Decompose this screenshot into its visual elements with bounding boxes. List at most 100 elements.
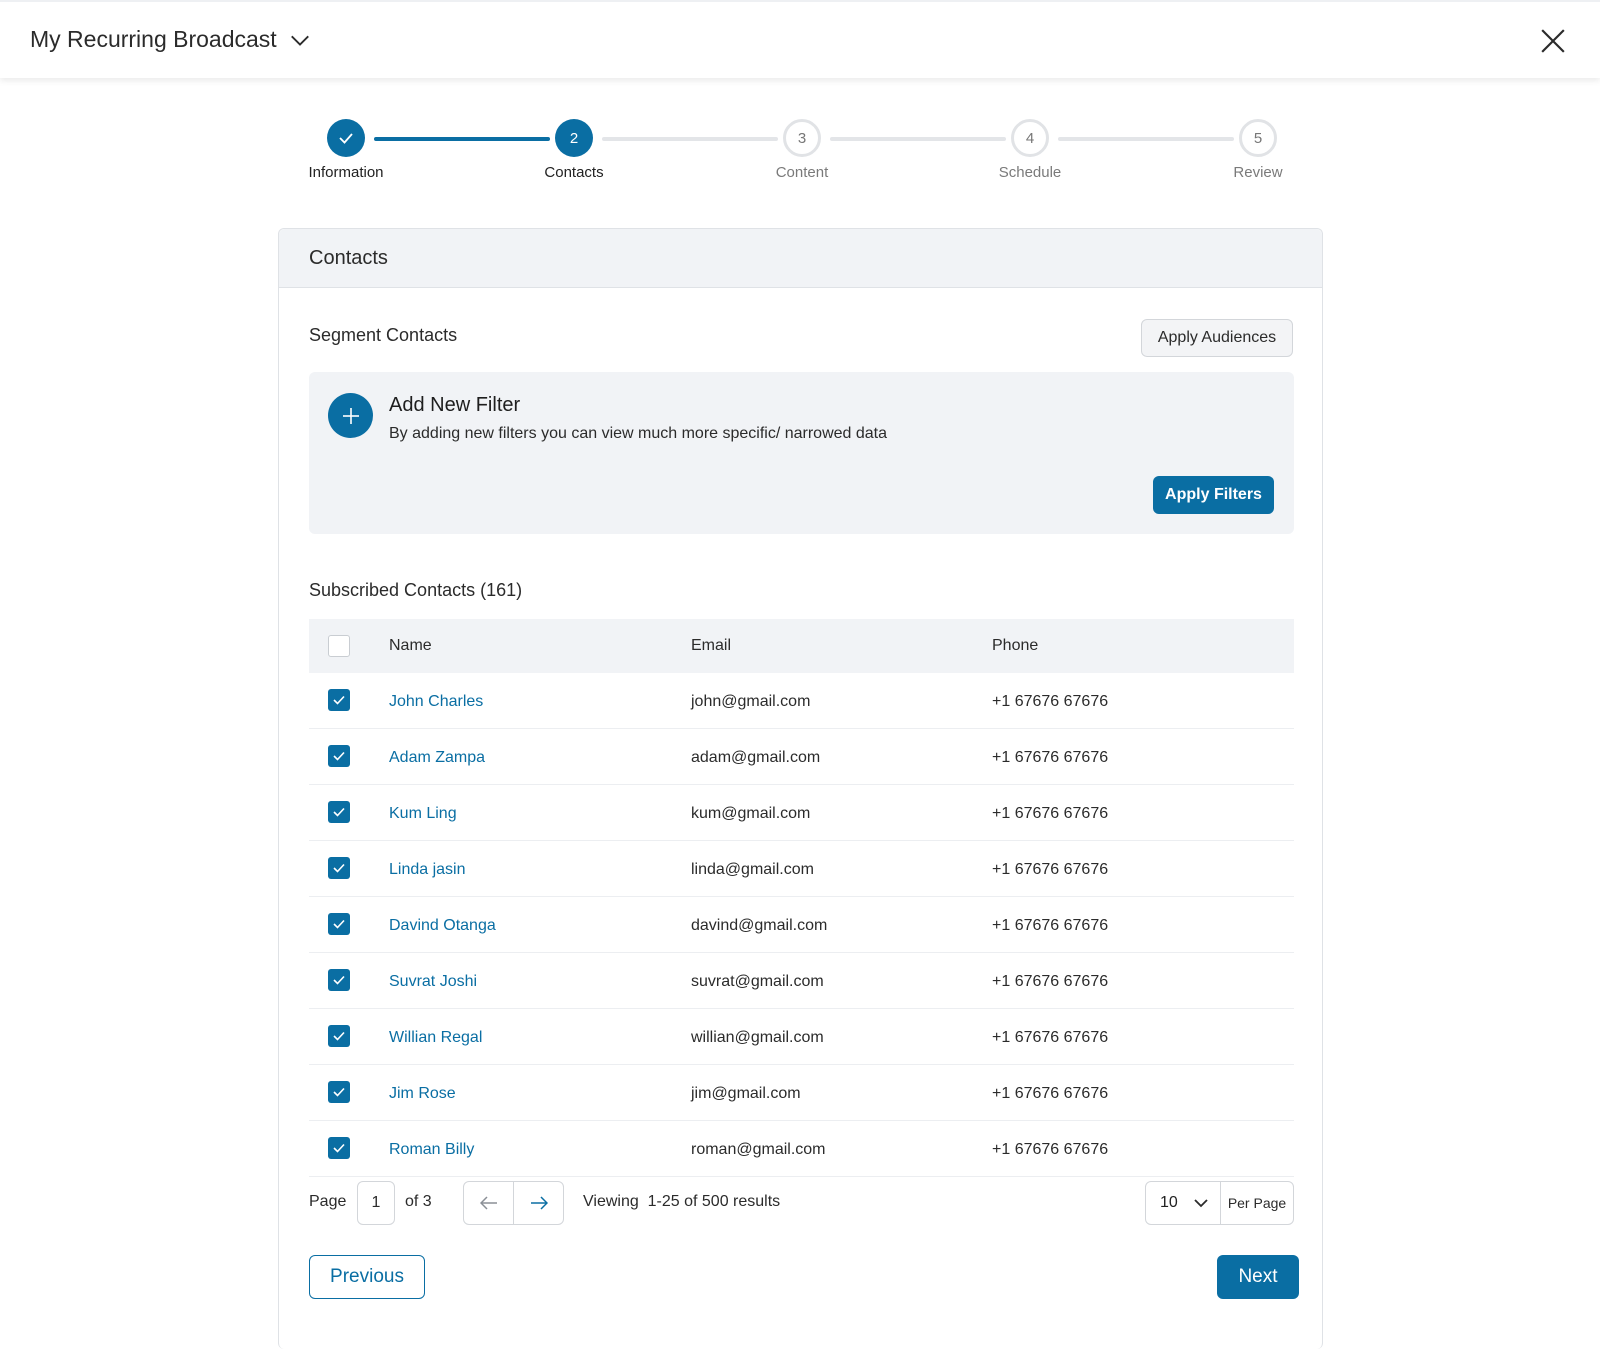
row-checkbox[interactable] bbox=[328, 1081, 350, 1103]
step-information-done[interactable] bbox=[327, 119, 365, 157]
step-connector bbox=[830, 137, 1006, 141]
step-number[interactable]: 4 bbox=[1011, 119, 1049, 157]
contact-phone: +1 67676 67676 bbox=[992, 1085, 1109, 1102]
select-all-checkbox[interactable] bbox=[328, 635, 350, 657]
contact-phone: +1 67676 67676 bbox=[992, 693, 1109, 710]
chevron-down-icon bbox=[1194, 1199, 1208, 1208]
per-page-select[interactable]: 10 bbox=[1146, 1182, 1221, 1224]
step-label: Contacts bbox=[544, 164, 604, 181]
table-row: Davind Otanga davind@gmail.com +1 67676 67… bbox=[309, 897, 1294, 953]
per-page-value: 10 bbox=[1160, 1194, 1178, 1211]
row-checkbox[interactable] bbox=[328, 689, 350, 711]
apply-audiences-button[interactable]: Apply Audiences bbox=[1141, 319, 1293, 357]
step-number[interactable]: 5 bbox=[1239, 119, 1277, 157]
step-number[interactable]: 3 bbox=[783, 119, 821, 157]
row-checkbox[interactable] bbox=[328, 1137, 350, 1159]
filter-description: By adding new filters you can view much … bbox=[389, 425, 888, 442]
table-row: John Charles john@gmail.com +1 67676 67676 bbox=[309, 673, 1294, 729]
prev-page-button[interactable] bbox=[464, 1182, 513, 1224]
contact-email: john@gmail.com bbox=[691, 693, 811, 710]
contact-phone: +1 67676 67676 bbox=[992, 1029, 1109, 1046]
step-label: Schedule bbox=[998, 164, 1062, 181]
table-row: Kum Ling kum@gmail.com +1 67676 67676 bbox=[309, 785, 1294, 841]
contact-phone: +1 67676 67676 bbox=[992, 805, 1109, 822]
contact-name-link[interactable]: John Charles bbox=[389, 693, 483, 711]
contact-email: suvrat@gmail.com bbox=[691, 973, 824, 990]
card-title: Contacts bbox=[309, 246, 388, 269]
contact-name-link[interactable]: Adam Zampa bbox=[389, 749, 485, 767]
check-icon bbox=[339, 133, 353, 144]
stepper: 2 3 4 5 Information Contacts Content Sch… bbox=[0, 118, 1600, 198]
contact-name-link[interactable]: Linda jasin bbox=[389, 861, 466, 879]
contacts-table: Name Email Phone John Charles john@gmail.… bbox=[309, 619, 1294, 1177]
plus-icon bbox=[342, 407, 359, 424]
close-icon[interactable] bbox=[1540, 28, 1566, 54]
add-filter-button[interactable] bbox=[328, 393, 373, 438]
table-row: Linda jasin linda@gmail.com +1 67676 67676 bbox=[309, 841, 1294, 897]
contact-name-link[interactable]: Davind Otanga bbox=[389, 917, 496, 935]
table-row: Roman Billy roman@gmail.com +1 67676 67676 bbox=[309, 1121, 1294, 1177]
page-nav-arrows bbox=[463, 1181, 564, 1225]
results-summary: Viewing 1-25 of 500 results bbox=[583, 1193, 781, 1210]
table-body: John Charles john@gmail.com +1 67676 67676… bbox=[309, 673, 1294, 1177]
check-icon bbox=[333, 807, 345, 817]
contact-name-link[interactable]: Suvrat Joshi bbox=[389, 973, 477, 991]
contact-name-link[interactable]: Kum Ling bbox=[389, 805, 457, 823]
segment-contacts-heading: Segment Contacts bbox=[309, 325, 458, 345]
table-row: Willian Regal willian@gmail.com +1 67676 6… bbox=[309, 1009, 1294, 1065]
top-bar: My Recurring Broadcast bbox=[0, 0, 1600, 78]
contact-email: linda@gmail.com bbox=[691, 861, 814, 878]
row-checkbox[interactable] bbox=[328, 745, 350, 767]
chevron-down-icon[interactable] bbox=[289, 29, 311, 51]
contact-email: jim@gmail.com bbox=[691, 1085, 801, 1102]
row-checkbox[interactable] bbox=[328, 969, 350, 991]
previous-button[interactable]: Previous bbox=[309, 1255, 425, 1299]
step-label: Review bbox=[1233, 164, 1283, 181]
step-connector bbox=[602, 137, 778, 141]
pagination: Page 1 of 3 Viewing 1-25 of 500 results … bbox=[309, 1181, 1294, 1225]
page-title: My Recurring Broadcast bbox=[30, 26, 277, 52]
check-icon bbox=[333, 751, 345, 761]
contact-phone: +1 67676 67676 bbox=[992, 1141, 1109, 1158]
table-row: Suvrat Joshi suvrat@gmail.com +1 67676 676… bbox=[309, 953, 1294, 1009]
contact-name-link[interactable]: Roman Billy bbox=[389, 1141, 474, 1159]
next-page-button[interactable] bbox=[513, 1182, 563, 1224]
contact-phone: +1 67676 67676 bbox=[992, 861, 1109, 878]
check-icon bbox=[333, 695, 345, 705]
row-checkbox[interactable] bbox=[328, 1025, 350, 1047]
row-checkbox[interactable] bbox=[328, 801, 350, 823]
apply-filters-button[interactable]: Apply Filters bbox=[1153, 476, 1274, 514]
column-header-phone[interactable]: Phone bbox=[992, 637, 1038, 655]
check-icon bbox=[333, 1087, 345, 1097]
column-header-email[interactable]: Email bbox=[691, 637, 731, 655]
check-icon bbox=[333, 919, 345, 929]
contact-email: davind@gmail.com bbox=[691, 917, 828, 934]
column-header-name[interactable]: Name bbox=[389, 637, 432, 655]
row-checkbox[interactable] bbox=[328, 857, 350, 879]
check-icon bbox=[333, 975, 345, 985]
table-header: Name Email Phone bbox=[309, 619, 1294, 673]
page-total: of 3 bbox=[405, 1193, 432, 1210]
filter-title: Add New Filter bbox=[389, 394, 521, 416]
row-checkbox[interactable] bbox=[328, 913, 350, 935]
check-icon bbox=[333, 863, 345, 873]
step-label: Information bbox=[308, 164, 384, 181]
page-label: Page bbox=[309, 1193, 347, 1210]
per-page-label: Per Page bbox=[1227, 1195, 1287, 1211]
card-header: Contacts bbox=[279, 229, 1322, 288]
contact-email: roman@gmail.com bbox=[691, 1141, 826, 1158]
next-button[interactable]: Next bbox=[1217, 1255, 1299, 1299]
subscribed-contacts-heading: Subscribed Contacts (161) bbox=[309, 580, 523, 600]
contacts-card: Contacts Segment Contacts Apply Audience… bbox=[278, 228, 1323, 1349]
table-row: Adam Zampa adam@gmail.com +1 67676 67676 bbox=[309, 729, 1294, 785]
broadcast-title-dropdown[interactable]: My Recurring Broadcast bbox=[30, 26, 311, 53]
contact-email: willian@gmail.com bbox=[691, 1029, 824, 1046]
contact-name-link[interactable]: Willian Regal bbox=[389, 1029, 482, 1047]
check-icon bbox=[333, 1031, 345, 1041]
step-number[interactable]: 2 bbox=[555, 119, 593, 157]
arrow-right-icon bbox=[530, 1196, 548, 1210]
add-filter-panel: Add New Filter By adding new filters you… bbox=[309, 372, 1294, 534]
contact-email: adam@gmail.com bbox=[691, 749, 821, 766]
contact-name-link[interactable]: Jim Rose bbox=[389, 1085, 456, 1103]
page-number-input[interactable]: 1 bbox=[357, 1181, 395, 1225]
